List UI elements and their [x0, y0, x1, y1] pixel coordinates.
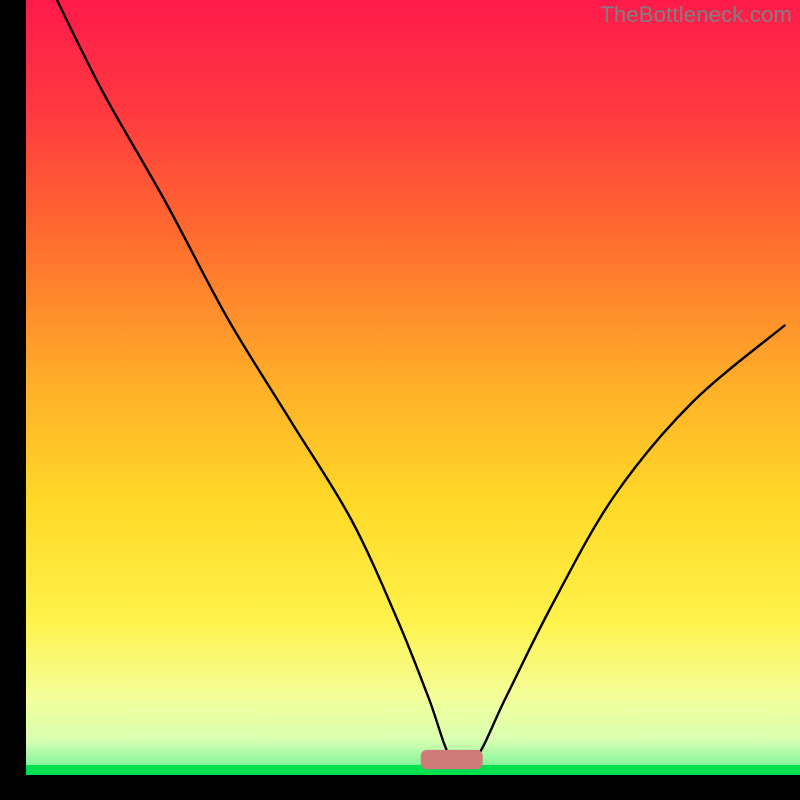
watermark-text: TheBottleneck.com [600, 2, 792, 28]
green-baseline [26, 765, 800, 775]
chart-stage: TheBottleneck.com [0, 0, 800, 800]
optimum-marker [421, 750, 483, 769]
bottleneck-chart [0, 0, 800, 800]
